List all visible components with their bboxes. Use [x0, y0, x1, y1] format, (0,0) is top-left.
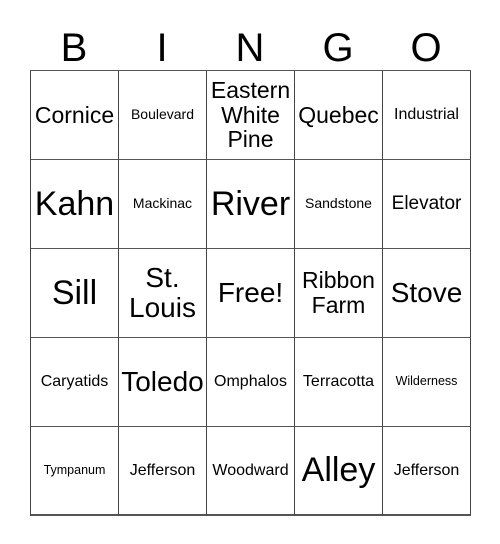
bingo-row: Tympanum Jefferson Woodward Alley Jeffer…: [31, 427, 471, 516]
bingo-row: Caryatids Toledo Omphalos Terracotta Wil…: [31, 338, 471, 427]
bingo-cell-free-space[interactable]: Free!: [207, 249, 295, 338]
bingo-cell[interactable]: Boulevard: [119, 71, 207, 160]
bingo-cell-label: Jefferson: [129, 461, 196, 479]
bingo-header-letter-b: B: [60, 26, 88, 70]
bingo-cell[interactable]: Tympanum: [31, 427, 119, 516]
bingo-cell-label: Ribbon Farm: [302, 267, 375, 318]
bingo-cell[interactable]: Wilderness: [383, 338, 471, 427]
bingo-cell[interactable]: Sandstone: [295, 160, 383, 249]
bingo-cell-label: Mackinac: [132, 195, 193, 212]
bingo-cell-label: Caryatids: [40, 373, 109, 391]
bingo-row: Kahn Mackinac River Sandstone Elevator: [31, 160, 471, 249]
bingo-cell-label: Tympanum: [43, 462, 106, 477]
bingo-cell-label: Quebec: [298, 101, 379, 128]
bingo-header-row: B I N G O: [30, 8, 470, 70]
bingo-cell-label: St. Louis: [129, 261, 196, 323]
bingo-cell[interactable]: Cornice: [31, 71, 119, 160]
bingo-cell[interactable]: Alley: [295, 427, 383, 516]
bingo-cell[interactable]: Eastern White Pine: [207, 71, 295, 160]
bingo-cell[interactable]: Woodward: [207, 427, 295, 516]
bingo-cell-label: River: [210, 184, 291, 223]
bingo-cell[interactable]: Caryatids: [31, 338, 119, 427]
bingo-cell[interactable]: Mackinac: [119, 160, 207, 249]
bingo-row: Cornice Boulevard Eastern White Pine Que…: [31, 71, 471, 160]
bingo-cell-label: Industrial: [394, 106, 459, 124]
bingo-cell[interactable]: Kahn: [31, 160, 119, 249]
bingo-cell[interactable]: River: [207, 160, 295, 249]
bingo-cell-label: Stove: [390, 276, 463, 308]
bingo-cell-label: Boulevard: [130, 106, 195, 123]
bingo-cell-label: Toledo: [121, 365, 204, 397]
bingo-cell-label: Elevator: [391, 192, 462, 214]
bingo-cell-label: Woodward: [212, 461, 289, 479]
bingo-cell-label: Cornice: [34, 101, 115, 128]
bingo-cell-label: Sill: [51, 273, 98, 312]
bingo-cell[interactable]: Ribbon Farm: [295, 249, 383, 338]
bingo-row: Sill St. Louis Free! Ribbon Farm Stove: [31, 249, 471, 338]
bingo-cell[interactable]: St. Louis: [119, 249, 207, 338]
bingo-cell[interactable]: Elevator: [383, 160, 471, 249]
bingo-header-letter-g: G: [322, 26, 354, 70]
bingo-cell-label: Free!: [217, 276, 284, 308]
bingo-cell[interactable]: Stove: [383, 249, 471, 338]
bingo-cell-label: Kahn: [34, 184, 115, 223]
bingo-header-letter-n: N: [235, 26, 265, 70]
bingo-cell-label: Jefferson: [393, 461, 460, 479]
bingo-grid: Cornice Boulevard Eastern White Pine Que…: [30, 70, 471, 516]
bingo-card: B I N G O Cornice Boulevard Eastern Whit…: [30, 8, 471, 516]
bingo-cell-label: Sandstone: [305, 195, 372, 212]
bingo-cell[interactable]: Quebec: [295, 71, 383, 160]
bingo-cell[interactable]: Terracotta: [295, 338, 383, 427]
bingo-cell-label: Alley: [301, 451, 376, 490]
bingo-cell[interactable]: Industrial: [383, 71, 471, 160]
bingo-cell-label: Terracotta: [302, 373, 375, 391]
bingo-header-letter-o: O: [410, 26, 442, 70]
bingo-cell-label: Wilderness: [395, 374, 458, 389]
bingo-header-letter-i: I: [156, 26, 168, 70]
bingo-cell-label: Eastern White Pine: [210, 76, 291, 153]
bingo-cell[interactable]: Sill: [31, 249, 119, 338]
bingo-cell[interactable]: Omphalos: [207, 338, 295, 427]
bingo-cell[interactable]: Jefferson: [119, 427, 207, 516]
bingo-cell[interactable]: Toledo: [119, 338, 207, 427]
bingo-cell-label: Omphalos: [214, 373, 287, 391]
bingo-cell[interactable]: Jefferson: [383, 427, 471, 516]
